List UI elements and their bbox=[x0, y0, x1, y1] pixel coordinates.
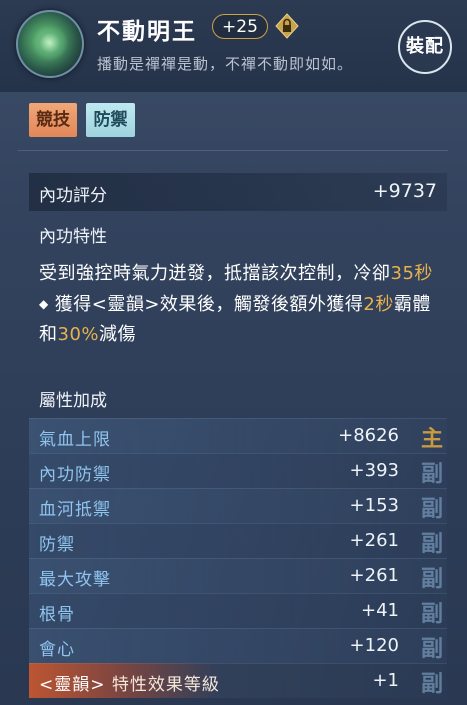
trait-line-2: ◆ 獲得<靈韻>效果後，觸發後額外獲得2秒霸體和30%減傷 bbox=[39, 294, 431, 345]
sub-stat-mark: 副 bbox=[420, 497, 443, 522]
attribute-row: 根骨 +41 副 bbox=[29, 593, 447, 628]
score-value: +9737 bbox=[372, 180, 437, 202]
attribute-list: 氣血上限 +8626 主 內功防禦 +393 副 血河抵禦 +153 副 防禦 … bbox=[29, 418, 447, 698]
attribute-row: 會心 +120 副 bbox=[29, 628, 447, 663]
sub-stat-mark: 副 bbox=[420, 532, 443, 557]
attribute-row: 防禦 +261 副 bbox=[29, 523, 447, 558]
attributes-title: 屬性加成 bbox=[39, 391, 107, 411]
sub-stat-mark: 副 bbox=[420, 602, 443, 627]
sub-stat-mark: 副 bbox=[420, 672, 443, 697]
lingyun-tag: <靈韻> bbox=[39, 675, 106, 695]
gem-icon bbox=[16, 10, 84, 78]
tag-competitive: 競技 bbox=[29, 103, 77, 137]
divider bbox=[18, 150, 448, 151]
attribute-row-special: <靈韻> 特性效果等級 +1 副 bbox=[29, 663, 447, 698]
attribute-row: 最大攻擊 +261 副 bbox=[29, 558, 447, 593]
attribute-row: 內功防禦 +393 副 bbox=[29, 453, 447, 488]
item-header: 不動明王 +25 播動是禪禪是動，不禪不動即如如。 裝配 bbox=[0, 0, 467, 92]
trait-description: 受到強控時氣力迸發，抵擋該次控制，冷卻35秒 ◆ 獲得<靈韻>效果後，觸發後額外獲… bbox=[39, 259, 439, 350]
item-detail-panel: 不動明王 +25 播動是禪禪是動，不禪不動即如如。 裝配 競技 防禦 內功評分 … bbox=[0, 0, 467, 705]
lock-icon[interactable] bbox=[274, 13, 300, 39]
sub-stat-mark: 副 bbox=[420, 462, 443, 487]
trait-line-1: 受到強控時氣力迸發，抵擋該次控制，冷卻35秒 bbox=[39, 263, 433, 284]
level-badge: +25 bbox=[212, 14, 268, 39]
main-stat-mark: 主 bbox=[420, 427, 443, 452]
item-name: 不動明王 bbox=[97, 19, 197, 45]
attribute-row: 血河抵禦 +153 副 bbox=[29, 488, 447, 523]
bullet-icon: ◆ bbox=[39, 297, 49, 311]
sub-stat-mark: 副 bbox=[420, 637, 443, 662]
trait-title: 內功特性 bbox=[39, 227, 107, 247]
attribute-row: 氣血上限 +8626 主 bbox=[29, 418, 447, 453]
tag-defense: 防禦 bbox=[86, 103, 135, 137]
sub-stat-mark: 副 bbox=[420, 567, 443, 592]
item-description: 播動是禪禪是動，不禪不動即如如。 bbox=[97, 55, 354, 73]
score-row: 內功評分 +9737 bbox=[29, 173, 447, 211]
equip-button[interactable]: 裝配 bbox=[398, 20, 452, 74]
score-label: 內功評分 bbox=[39, 186, 107, 206]
